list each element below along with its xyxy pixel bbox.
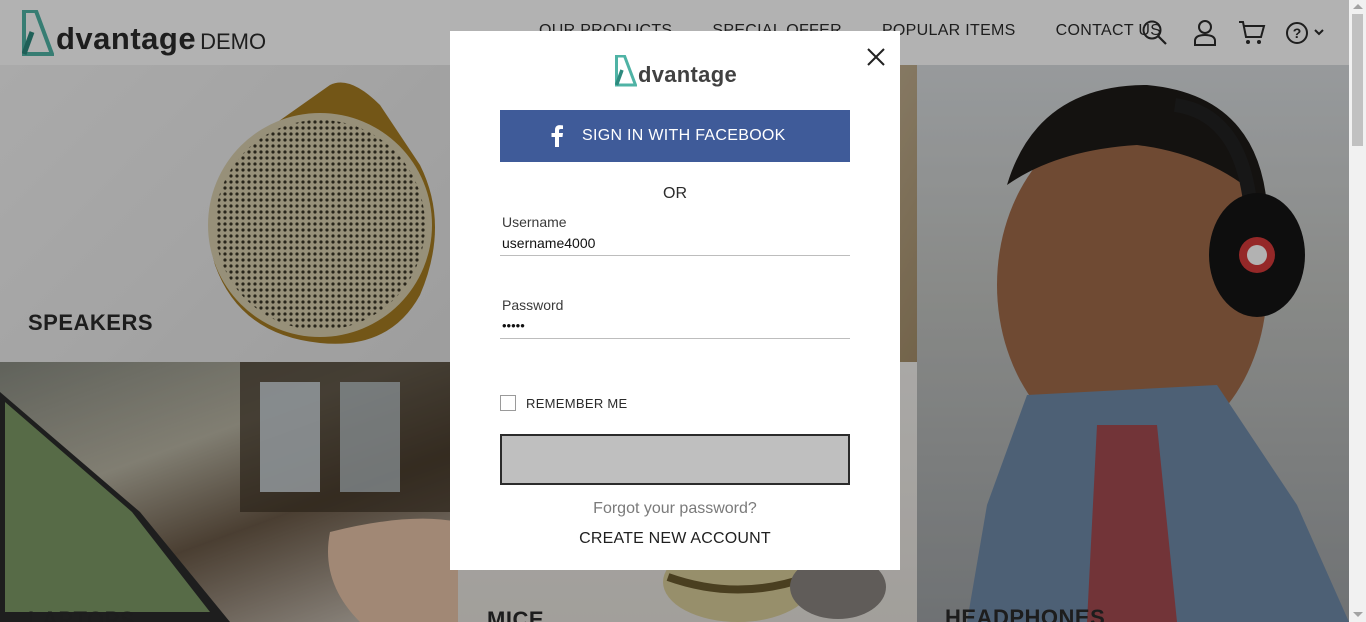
username-field[interactable]: Username — [500, 212, 850, 256]
facebook-icon — [551, 125, 563, 147]
username-input[interactable] — [502, 235, 842, 251]
create-account-link[interactable]: CREATE NEW ACCOUNT — [450, 530, 900, 548]
modal-logo: dvantage — [615, 55, 737, 87]
facebook-signin-button[interactable]: SIGN IN WITH FACEBOOK — [500, 110, 850, 162]
password-label: Password — [502, 297, 564, 313]
close-icon[interactable] — [865, 46, 887, 68]
remember-me-label[interactable]: REMEMBER ME — [526, 396, 628, 411]
password-field[interactable]: Password ••••• — [500, 295, 850, 339]
advantage-logo-icon — [615, 55, 637, 87]
remember-me-checkbox[interactable] — [500, 395, 516, 411]
forgot-password-link[interactable]: Forgot your password? — [450, 500, 900, 518]
scroll-down-arrow-icon[interactable] — [1353, 612, 1363, 617]
remember-me-row[interactable]: REMEMBER ME — [500, 395, 628, 411]
username-label: Username — [502, 214, 567, 230]
or-divider-text: OR — [663, 185, 687, 202]
modal-logo-text: dvantage — [638, 62, 737, 87]
signin-button[interactable] — [500, 434, 850, 485]
facebook-signin-label: SIGN IN WITH FACEBOOK — [582, 127, 786, 144]
password-input[interactable]: ••••• — [502, 318, 842, 333]
login-modal: dvantage SIGN IN WITH FACEBOOK OR Userna… — [450, 31, 900, 570]
scrollbar-thumb[interactable] — [1352, 14, 1363, 146]
scroll-up-arrow-icon[interactable] — [1353, 4, 1363, 9]
